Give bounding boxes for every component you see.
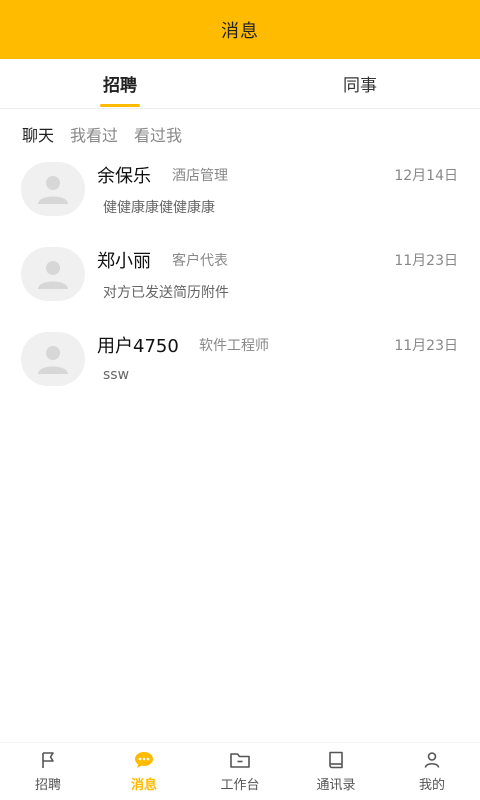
folder-icon (229, 750, 251, 770)
sub-tab-viewed-me[interactable]: 看过我 (134, 122, 182, 146)
bottom-tab-workbench[interactable]: 工作台 (192, 743, 288, 800)
tab-colleagues-label: 同事 (343, 76, 377, 96)
bottom-tab-profile[interactable]: 我的 (384, 743, 480, 800)
contact-role: 客户代表 (172, 253, 228, 269)
avatar (21, 247, 85, 301)
bottom-tab-label: 通讯录 (316, 778, 356, 793)
person-icon (421, 750, 443, 770)
person-icon (38, 176, 68, 204)
active-tab-indicator (100, 104, 140, 107)
avatar (21, 332, 85, 386)
person-icon (38, 261, 68, 289)
sub-tab-bar: 聊天 我看过 看过我 (22, 122, 182, 146)
message-preview: ssw (103, 367, 130, 383)
message-preview: 对方已发送简历附件 (103, 285, 229, 301)
bottom-tab-bar: 招聘 消息 工作台 通讯录 我的 (0, 742, 480, 800)
contact-name: 余保乐 (97, 166, 151, 187)
message-list: 余保乐 酒店管理 12月14日 健健康康健健康康 郑小丽 客户代表 11月23日… (0, 150, 480, 405)
message-date: 11月23日 (394, 338, 458, 354)
sub-tab-i-viewed[interactable]: 我看过 (70, 122, 118, 146)
bottom-tab-label: 工作台 (220, 778, 260, 793)
contact-name: 郑小丽 (97, 251, 151, 272)
tab-recruit-label: 招聘 (103, 76, 137, 96)
top-tab-bar: 招聘 同事 (0, 59, 480, 109)
bottom-tab-contacts[interactable]: 通讯录 (288, 743, 384, 800)
message-date: 12月14日 (394, 168, 458, 184)
bottom-tab-recruit[interactable]: 招聘 (0, 743, 96, 800)
bottom-tab-messages[interactable]: 消息 (96, 743, 192, 800)
tab-colleagues[interactable]: 同事 (240, 59, 480, 108)
flag-icon (37, 750, 59, 770)
person-icon (38, 346, 68, 374)
message-preview: 健健康康健健康康 (103, 200, 215, 216)
sub-tab-chat[interactable]: 聊天 (22, 122, 54, 146)
avatar (21, 162, 85, 216)
page-title: 消息 (221, 20, 259, 42)
contact-role: 酒店管理 (172, 168, 228, 184)
list-item[interactable]: 余保乐 酒店管理 12月14日 健健康康健健康康 (0, 150, 480, 235)
contact-name: 用户4750 (97, 336, 179, 357)
book-icon (325, 750, 347, 770)
app-header: 消息 (0, 0, 480, 59)
contact-role: 软件工程师 (199, 338, 269, 354)
list-item[interactable]: 用户4750 软件工程师 11月23日 ssw (0, 320, 480, 405)
bottom-tab-label: 消息 (130, 778, 157, 793)
bottom-tab-label: 我的 (418, 778, 445, 793)
tab-recruit[interactable]: 招聘 (0, 59, 240, 108)
list-item[interactable]: 郑小丽 客户代表 11月23日 对方已发送简历附件 (0, 235, 480, 320)
message-date: 11月23日 (394, 253, 458, 269)
chat-bubble-icon (133, 750, 155, 770)
bottom-tab-label: 招聘 (34, 778, 61, 793)
